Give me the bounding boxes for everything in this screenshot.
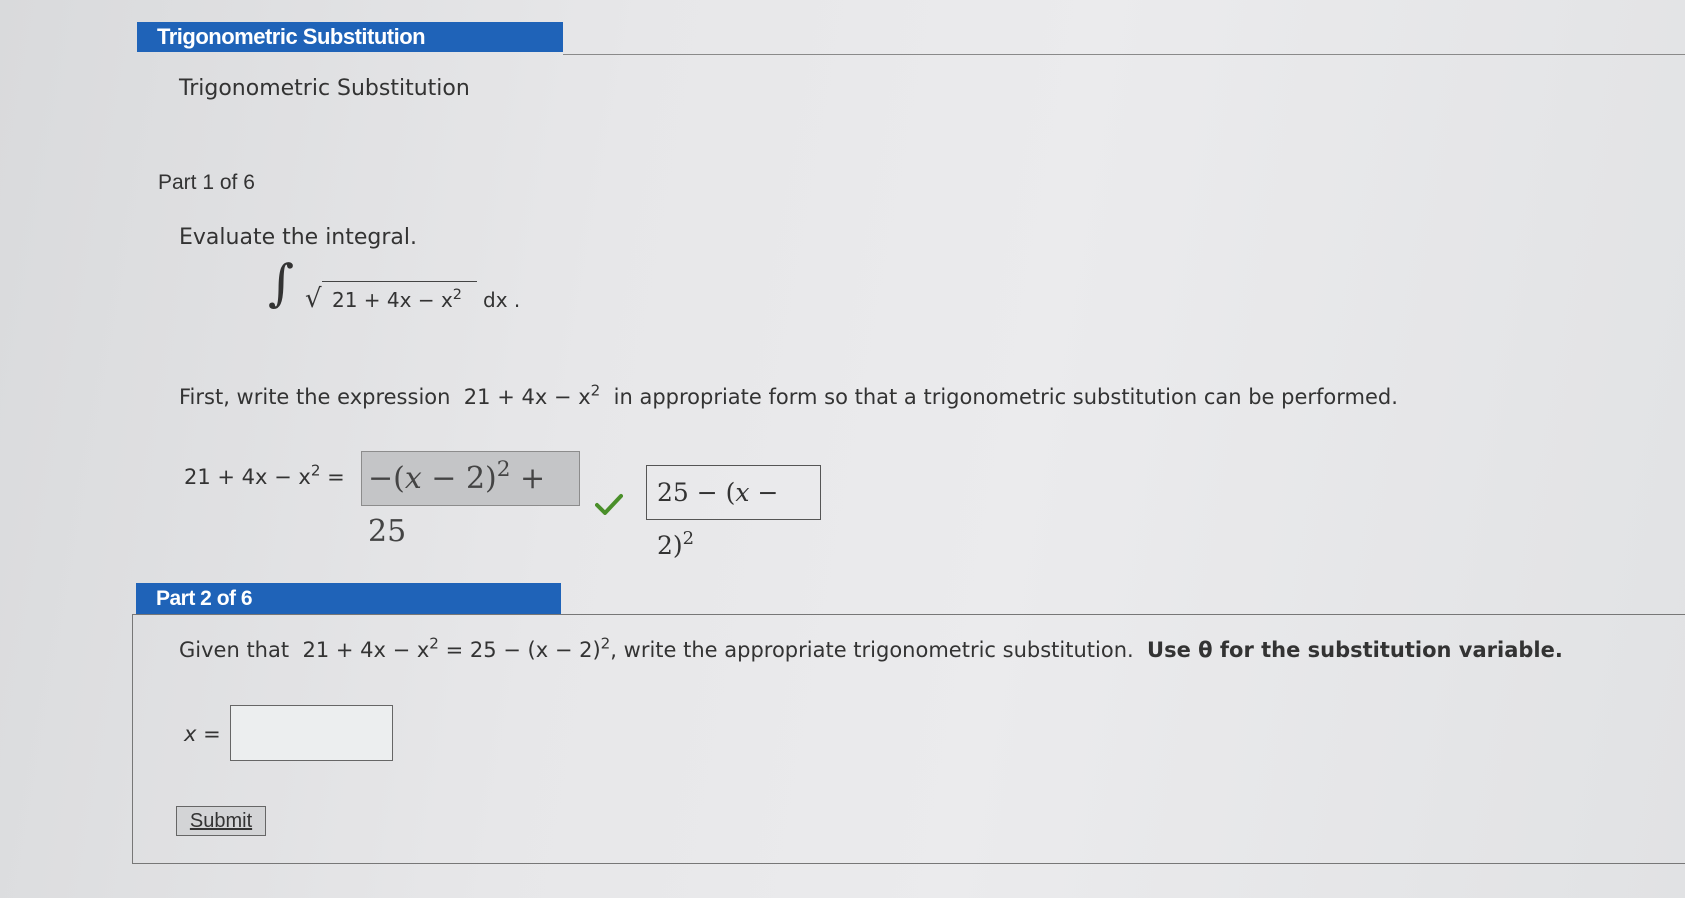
integral-radicand: 21 + 4x − x <box>332 288 453 312</box>
preview-exponent: 2 <box>682 528 695 550</box>
x-label: x = <box>184 722 221 746</box>
given-equation: = 25 − (x − 2) <box>445 638 601 662</box>
integral-dx: dx . <box>483 288 521 312</box>
given-exponent-2: 2 <box>600 634 611 653</box>
lhs-expression: 21 + 4x − x <box>184 465 311 489</box>
answer-prefix: −( <box>368 461 405 496</box>
bold-instruction: Use θ for the substitution variable. <box>1147 638 1563 662</box>
question-text-before: First, write the expression <box>179 385 451 409</box>
given-exponent: 2 <box>429 634 439 653</box>
part1-instruction: Evaluate the integral. <box>179 225 418 250</box>
integral-sign: ∫ <box>268 254 295 312</box>
given-before: Given that <box>179 638 290 662</box>
title-divider <box>563 54 1685 55</box>
question-expression: 21 + 4x − x <box>463 385 591 409</box>
preview-variable: x <box>735 478 750 507</box>
equation-lhs: 21 + 4x − x2 = <box>184 461 345 489</box>
preview-prefix: 25 − ( <box>657 478 736 507</box>
given-after: , write the appropriate trigonometric su… <box>610 638 1134 662</box>
given-expression: 21 + 4x − x <box>302 638 430 662</box>
integral-expression: 21 + 4x − x2 <box>332 288 462 312</box>
part2-question: Given that 21 + 4x − x2 = 25 − (x − 2)2,… <box>179 634 1563 662</box>
part1-label: Part 1 of 6 <box>158 171 255 194</box>
submit-button[interactable]: Submit <box>176 806 266 836</box>
check-icon <box>595 494 623 515</box>
page: Trigonometric Substitution Trigonometric… <box>0 0 1685 898</box>
answer-middle: − 2) <box>421 461 497 496</box>
part1-answer-input[interactable]: −(x − 2)2 + 25 <box>361 451 580 549</box>
page-title-bar: Trigonometric Substitution <box>137 22 563 52</box>
sqrt-bar <box>322 281 477 282</box>
problem-subtitle: Trigonometric Substitution <box>179 76 470 101</box>
question-exponent: 2 <box>590 381 601 400</box>
sqrt-sign: √ <box>305 284 322 314</box>
answer-preview: 25 − (x − 2)2 <box>646 465 821 560</box>
answer-variable: x <box>404 461 422 496</box>
integral-exponent: 2 <box>452 287 462 304</box>
part2-header: Part 2 of 6 <box>136 583 561 614</box>
question-text-after: in appropriate form so that a trigonomet… <box>613 385 1398 409</box>
lhs-exponent: 2 <box>310 461 321 480</box>
answer-exponent: 2 <box>496 457 511 483</box>
part1-question: First, write the expression 21 + 4x − x2… <box>179 381 1398 409</box>
lhs-equals: = <box>327 465 345 489</box>
x-substitution-input[interactable] <box>230 705 393 761</box>
